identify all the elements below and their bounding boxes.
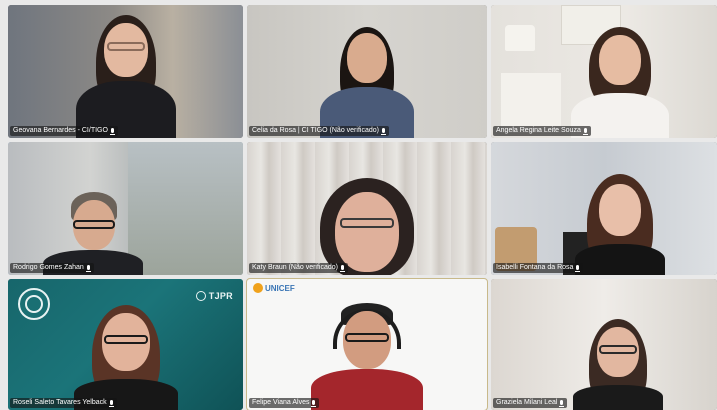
- seal-icon: [195, 291, 206, 301]
- court-seal-icon: [18, 288, 50, 320]
- participant-name-tag: Felipe Viana Alves: [249, 398, 320, 408]
- mic-icon: [108, 399, 114, 407]
- participant-video: [302, 178, 432, 275]
- participant-name-tag: Katy Braun (Não verificado): [249, 263, 348, 273]
- tjpr-logo: TJPR: [195, 291, 233, 301]
- mic-icon: [559, 399, 565, 407]
- side-cabinet: [501, 73, 561, 133]
- participant-video: [565, 27, 675, 138]
- participant-tile[interactable]: TJPR Roseli Saleto Tavares Yelback: [8, 279, 243, 410]
- participant-tile[interactable]: Graziela Milani Leal: [491, 279, 717, 410]
- participant-video: [563, 319, 673, 410]
- participant-tile[interactable]: Isabelli Fontana da Rosa: [491, 142, 717, 275]
- mic-icon: [109, 127, 115, 135]
- mic-icon: [339, 264, 345, 272]
- participant-grid: Geovana Bernardes - CI/TIGO Celia da Ros…: [0, 0, 717, 410]
- participant-name-tag: Geovana Bernardes - CI/TIGO: [10, 126, 118, 136]
- participant-tile[interactable]: Katy Braun (Não verificado): [247, 142, 487, 275]
- participant-video: [565, 174, 675, 275]
- mic-icon: [380, 127, 386, 135]
- participant-video: [312, 27, 422, 138]
- participant-name-tag: Celia da Rosa | CI TIGO (Não verificado): [249, 126, 389, 136]
- participant-tile[interactable]: Rodrigo Gomes Zahan: [8, 142, 243, 275]
- unicef-logo: UNICEF: [253, 283, 295, 293]
- lamp-shade: [505, 25, 535, 51]
- participant-tile[interactable]: Angela Regina Leite Souza: [491, 5, 717, 138]
- mic-icon: [311, 399, 317, 407]
- sun-icon: [253, 283, 263, 293]
- participant-video: [307, 303, 427, 410]
- window: [128, 142, 243, 275]
- participant-tile-active-speaker[interactable]: UNICEF Felipe Viana Alves: [246, 278, 488, 410]
- participant-name-tag: Angela Regina Leite Souza: [493, 126, 591, 136]
- mic-icon: [575, 264, 581, 272]
- participant-name-tag: Roseli Saleto Tavares Yelback: [10, 398, 117, 408]
- participant-name-tag: Rodrigo Gomes Zahan: [10, 263, 94, 273]
- participant-tile[interactable]: Celia da Rosa | CI TIGO (Não verificado): [247, 5, 487, 138]
- participant-video: [71, 15, 181, 138]
- mic-icon: [582, 127, 588, 135]
- participant-name-tag: Isabelli Fontana da Rosa: [493, 263, 584, 273]
- participant-name-tag: Graziela Milani Leal: [493, 398, 568, 408]
- participant-tile[interactable]: Geovana Bernardes - CI/TIGO: [8, 5, 243, 138]
- participant-video: [66, 305, 186, 410]
- mic-icon: [85, 264, 91, 272]
